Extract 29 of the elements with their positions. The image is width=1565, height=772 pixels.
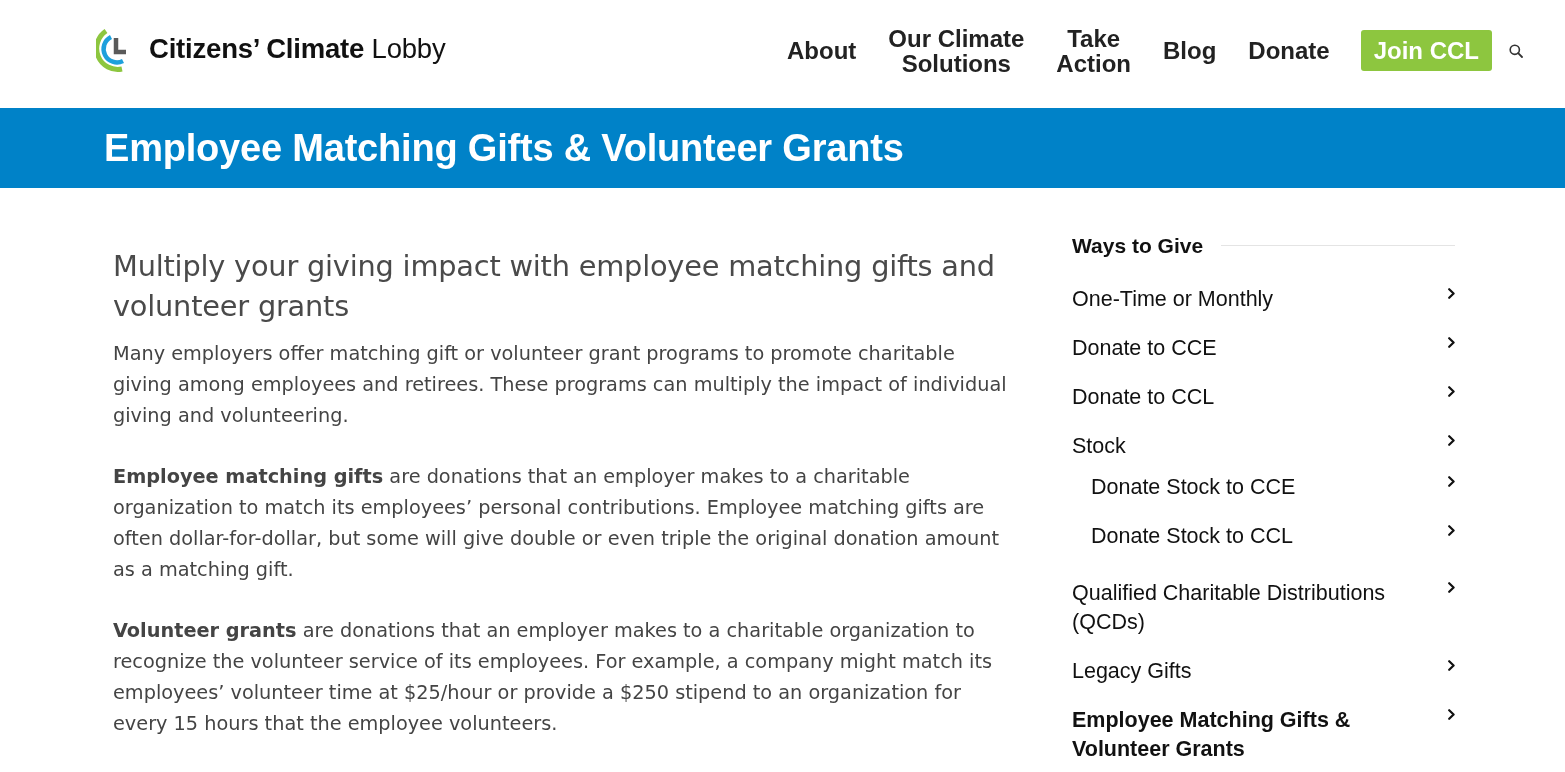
body-paragraph: Volunteer grants are donations that an employer makes to a charitable organization to recognize the volunteer service of its employees. For example, a company might match its employees’ volunteer time at $25/hour or provide a $250 stipend to an organization for every 15 hours that the employee volunteers. [113, 618, 994, 737]
sidebar-link[interactable]: Legacy Gifts [1072, 647, 1455, 696]
nav-link[interactable]: Our Climate Solutions [888, 25, 1025, 76]
body-paragraph: Employee matching gifts are donations that an employer makes to a charitable organization to match its employees’ personal contributions. Employee matching gifts are often dollar-for-dollar, but some will give double or even triple the original donation amount as a matching gift. [113, 464, 1001, 583]
nav-link[interactable]: Blog [1163, 38, 1217, 63]
search-icon[interactable] [1509, 43, 1523, 58]
sidebar-link[interactable]: Donate to CCL [1072, 373, 1455, 422]
page-title: Employee Matching Gifts & Volunteer Grants [104, 126, 904, 170]
nav-link[interactable]: Donate [1248, 38, 1330, 63]
sidebar-link[interactable]: Qualified Charitable Distributions (QCDs) [1072, 569, 1455, 647]
chevron-right-icon [1448, 525, 1455, 536]
chevron-right-icon [1448, 660, 1455, 671]
chevron-right-icon [1448, 337, 1455, 348]
sidebar-title: Ways to Give [1072, 233, 1204, 259]
nav-link[interactable]: About [787, 38, 857, 63]
sidebar-link[interactable]: One-Time or Monthly [1072, 275, 1455, 324]
sidebar-link[interactable]: Employee Matching Gifts & Volunteer Grants [1072, 696, 1455, 772]
chevron-right-icon [1448, 435, 1455, 446]
chevron-right-icon [1448, 476, 1455, 487]
section-heading: Multiply your giving impact with employee matching gifts and volunteer grants [113, 248, 996, 325]
logo-text[interactable]: Citizens’ Climate Lobby [149, 33, 446, 65]
chevron-right-icon [1448, 709, 1455, 720]
nav-link[interactable]: Take Action [1056, 25, 1131, 76]
body-paragraph: Many employers offer matching gift or volunteer grant programs to promote charitable giving among employees and retirees. These programs can multiply the impact of individual giving and volunteering. [113, 341, 1008, 429]
sidebar-link[interactable]: Donate to CCE [1072, 324, 1455, 373]
chevron-right-icon [1448, 582, 1455, 593]
chevron-right-icon [1448, 288, 1455, 299]
chevron-right-icon [1448, 386, 1455, 397]
sidebar-link[interactable]: Donate Stock to CCL [1072, 512, 1455, 561]
